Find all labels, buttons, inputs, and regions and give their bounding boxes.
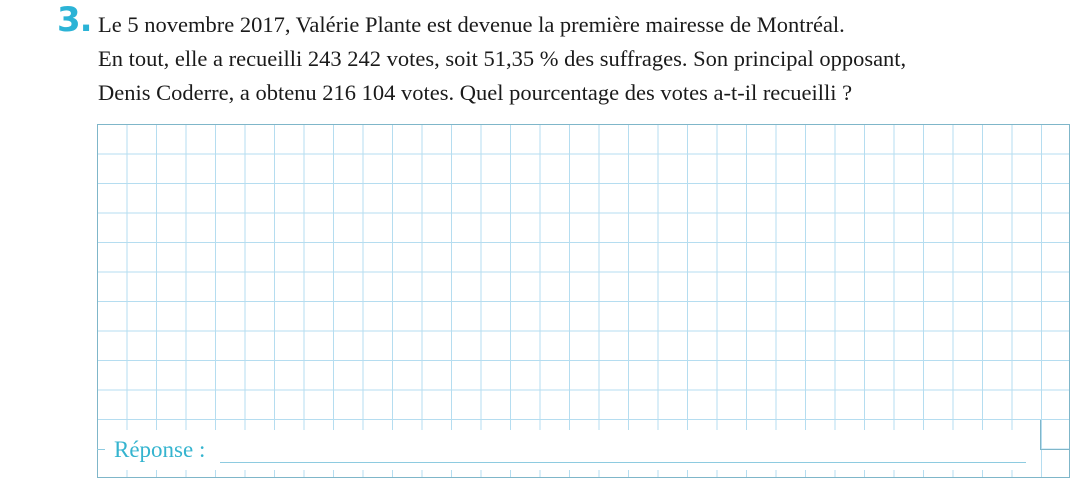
question-line-3: Denis Coderre, a obtenu 216 104 votes. Q… — [98, 80, 853, 105]
question-text: Le 5 novembre 2017, Valérie Plante est d… — [98, 8, 1068, 110]
answer-label: Réponse : — [114, 437, 206, 462]
answer-corner-notch — [1040, 420, 1070, 450]
work-grid[interactable] — [97, 124, 1070, 478]
question-line-1: Le 5 novembre 2017, Valérie Plante est d… — [98, 12, 845, 37]
answer-area — [98, 430, 1040, 470]
answer-line-input[interactable] — [220, 462, 1026, 463]
question-number: 3. — [57, 0, 93, 40]
answer-left-tick — [97, 449, 105, 450]
question-line-2: En tout, elle a recueilli 243 242 votes,… — [98, 46, 907, 71]
